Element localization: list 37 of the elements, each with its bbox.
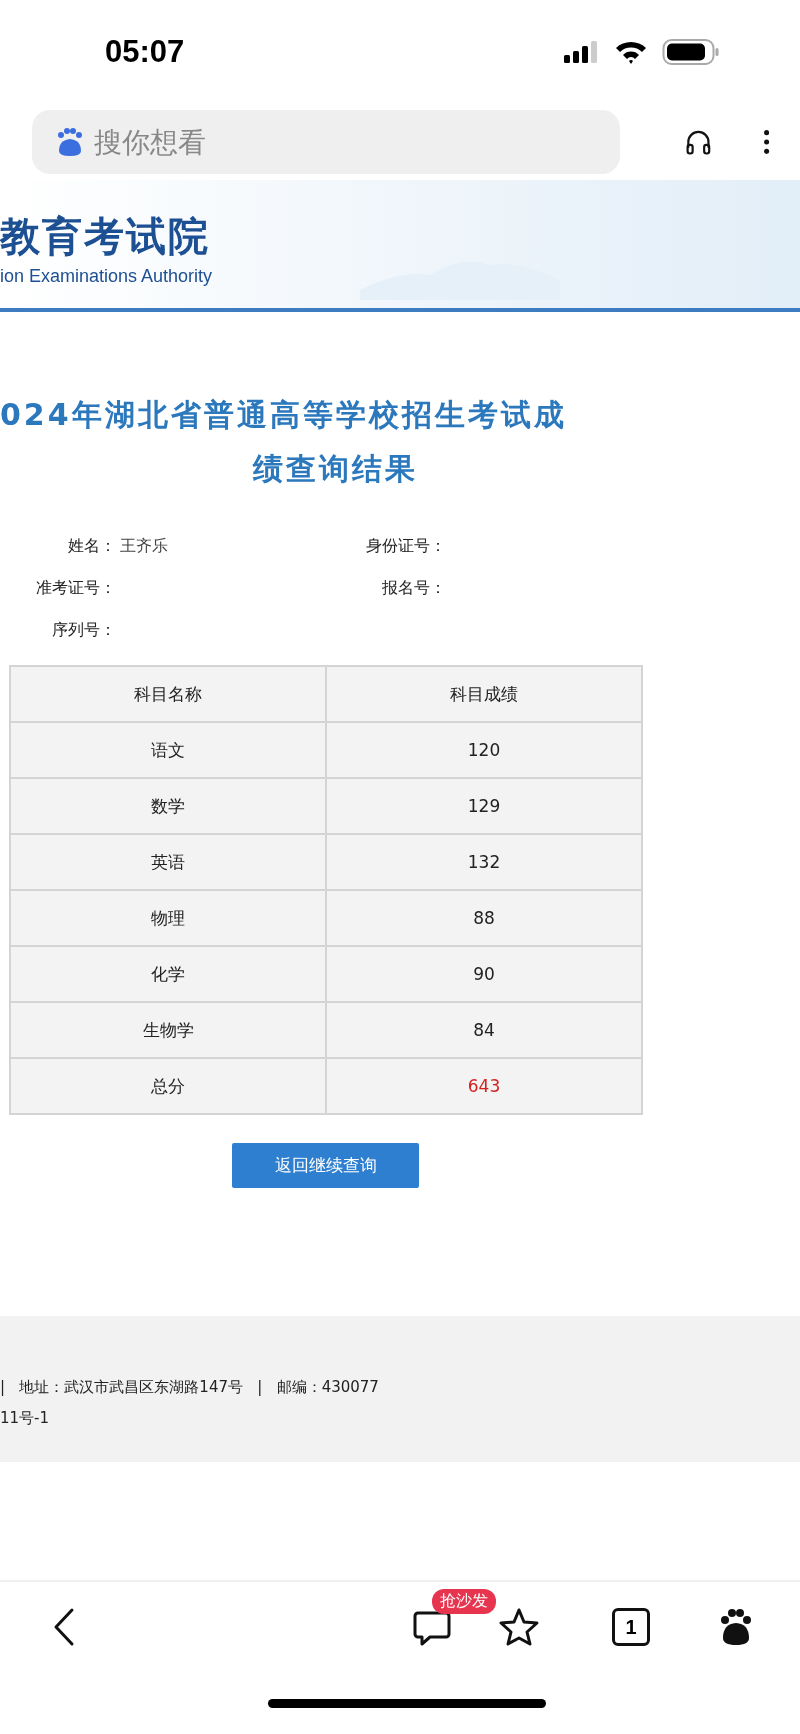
signal-icon — [564, 40, 600, 64]
table-cell: 129 — [326, 778, 642, 834]
table-cell: 英语 — [10, 834, 326, 890]
table-cell: 88 — [326, 890, 642, 946]
field-label: 身份证号： — [365, 535, 446, 557]
tab-count-button[interactable]: 1 — [612, 1608, 650, 1646]
column-header: 科目名称 — [10, 666, 326, 722]
table-cell: 物理 — [10, 890, 326, 946]
page-heading: 绩查询结果 — [252, 450, 418, 488]
back-icon[interactable] — [52, 1607, 76, 1647]
table-cell: 90 — [326, 946, 642, 1002]
footer-text: | 地址：武汉市武昌区东湖路147号 | 邮编：430077 — [0, 1378, 380, 1397]
field-label: 报名号： — [381, 577, 446, 599]
table-cell: 语文 — [10, 722, 326, 778]
column-header: 科目成绩 — [326, 666, 642, 722]
table-cell: 132 — [326, 834, 642, 890]
table-cell: 数学 — [10, 778, 326, 834]
search-field[interactable]: 搜你想看 — [32, 110, 620, 174]
back-to-query-button[interactable]: 返回继续查询 — [232, 1143, 419, 1188]
table-cell: 643 — [326, 1058, 642, 1114]
field-label: 姓名： — [67, 535, 116, 557]
comment-badge: 抢沙发 — [432, 1589, 496, 1614]
field-label: 序列号： — [51, 619, 116, 641]
table-cell: 120 — [326, 722, 642, 778]
table-cell: 化学 — [10, 946, 326, 1002]
site-subtitle: ion Examinations Authority — [0, 266, 214, 287]
wifi-icon — [614, 39, 648, 65]
star-icon[interactable] — [498, 1607, 540, 1647]
table-cell: 84 — [326, 1002, 642, 1058]
table-cell: 生物学 — [10, 1002, 326, 1058]
footer-text: 11号-1 — [0, 1409, 51, 1428]
page-heading: 024年湖北省普通高等学校招生考试成 — [0, 396, 567, 434]
field-label: 准考证号： — [35, 577, 116, 599]
table-cell: 总分 — [10, 1058, 326, 1114]
field-value: 王齐乐 — [120, 535, 168, 557]
status-time: 05:07 — [105, 34, 185, 70]
battery-icon — [662, 38, 720, 66]
